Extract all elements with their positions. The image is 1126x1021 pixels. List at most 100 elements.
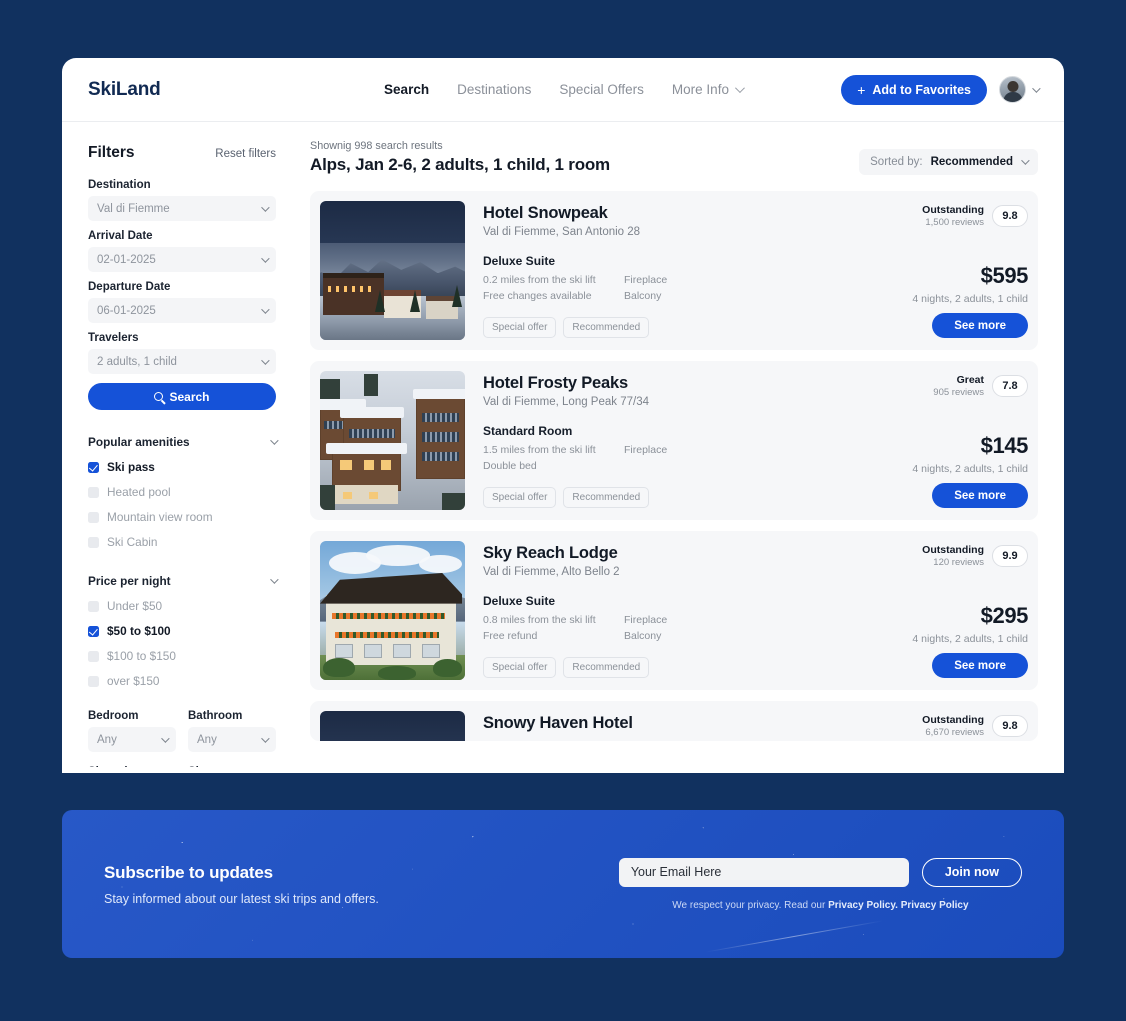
nav-label: Special Offers — [559, 82, 644, 97]
travelers-select[interactable]: 2 adults, 1 child — [88, 349, 276, 374]
checkbox-row-over-150[interactable]: over $150 — [88, 674, 276, 688]
hotel-address: Val di Fiemme, Long Peak 77/34 — [483, 396, 649, 408]
nav-item-more-info[interactable]: More Info — [672, 82, 745, 97]
checkbox-row-100-to-150[interactable]: $100 to $150 — [88, 649, 276, 663]
reset-filters-link[interactable]: Reset filters — [215, 148, 276, 160]
checkbox-row-50-to-100[interactable]: $50 to $100 — [88, 624, 276, 638]
tag-recommended[interactable]: Recommended — [563, 487, 650, 508]
feature: Balcony — [624, 630, 662, 642]
feature: Free changes available — [483, 290, 592, 302]
departure-date-select[interactable]: 06-01-2025 — [88, 298, 276, 323]
add-to-favorites-button[interactable]: + Add to Favorites — [841, 74, 987, 105]
checkbox-row-ski-cabin[interactable]: Ski Cabin — [88, 535, 276, 549]
tag-special-offer[interactable]: Special offer — [483, 487, 557, 508]
chevron-down-icon — [734, 83, 745, 94]
field-label: Destination — [88, 179, 151, 191]
email-input[interactable] — [618, 857, 909, 887]
hotel-thumbnail[interactable] — [320, 371, 465, 510]
select-value: Val di Fiemme — [97, 202, 170, 215]
sort-by-dropdown[interactable]: Sorted by: Recommended — [859, 149, 1038, 175]
rating-word: Outstanding — [922, 714, 984, 726]
feature: 0.8 miles from the ski lift — [483, 614, 596, 626]
privacy-policy-link-1[interactable]: Privacy Policy. — [828, 900, 898, 911]
hotel-thumbnail[interactable] — [320, 541, 465, 680]
nav-item-destinations[interactable]: Destinations — [457, 82, 531, 97]
hotel-card[interactable]: Sky Reach Lodge Val di Fiemme, Alto Bell… — [310, 531, 1038, 690]
price-header[interactable]: Price per night — [88, 574, 279, 588]
destination-select[interactable]: Val di Fiemme — [88, 196, 276, 221]
hotel-card[interactable]: Hotel Frosty Peaks Val di Fiemme, Long P… — [310, 361, 1038, 520]
hotel-name[interactable]: Sky Reach Lodge — [483, 544, 870, 563]
nav-item-special-offers[interactable]: Special Offers — [559, 82, 644, 97]
account-menu[interactable] — [999, 76, 1041, 103]
join-now-button[interactable]: Join now — [921, 857, 1022, 887]
site-header: SkiLand Search Destinations Special Offe… — [62, 58, 1064, 122]
field-size-max: Size max. 3000 Sq. ft — [188, 766, 276, 773]
group-title: Price per night — [88, 574, 171, 588]
tag-recommended[interactable]: Recommended — [563, 317, 650, 338]
see-more-button[interactable]: See more — [932, 653, 1028, 678]
hotel-name[interactable]: Hotel Frosty Peaks — [483, 374, 870, 393]
hotel-thumbnail[interactable] — [320, 201, 465, 340]
tag-special-offer[interactable]: Special offer — [483, 317, 557, 338]
hotel-name[interactable]: Snowy Haven Hotel — [483, 714, 870, 733]
room-type: Deluxe Suite — [483, 594, 556, 608]
shooting-star-icon — [704, 920, 883, 953]
checkbox-row-heated-pool[interactable]: Heated pool — [88, 485, 276, 499]
amenities-header[interactable]: Popular amenities — [88, 435, 279, 449]
field-label: Travelers — [88, 332, 139, 344]
sort-value: Recommended — [930, 156, 1013, 168]
hotel-thumbnail[interactable] — [320, 711, 465, 741]
hotel-rating-price: Outstanding 1,500 reviews 9.8 $595 4 nig… — [888, 201, 1028, 340]
rating-score-badge: 9.8 — [992, 205, 1028, 227]
room-type: Deluxe Suite — [483, 254, 556, 268]
hotel-rating-price: Outstanding 120 reviews 9.9 $295 4 night… — [888, 541, 1028, 680]
hotel-address: Val di Fiemme, San Antonio 28 — [483, 226, 641, 238]
rooms-filters: Bedroom Any Bathroom Any — [88, 710, 276, 752]
rating-word: Outstanding — [922, 204, 984, 216]
select-value: 2 adults, 1 child — [97, 355, 177, 368]
rating-block: Outstanding 1,500 reviews 9.8 — [888, 204, 1028, 228]
field-arrival-date: Arrival Date 02-01-2025 — [88, 230, 276, 272]
arrival-date-select[interactable]: 02-01-2025 — [88, 247, 276, 272]
field-size-min: Size min. 1000 Sq. ft — [88, 766, 176, 773]
rating-text: Outstanding 6,670 reviews — [922, 714, 984, 738]
nav-label: Destinations — [457, 82, 532, 97]
tag-special-offer[interactable]: Special offer — [483, 657, 557, 678]
tag-recommended[interactable]: Recommended — [563, 657, 650, 678]
see-more-button[interactable]: See more — [932, 483, 1028, 508]
hotel-info: Hotel Frosty Peaks Val di Fiemme, Long P… — [483, 371, 870, 510]
checkbox-label: Ski Cabin — [107, 535, 158, 549]
bedroom-select[interactable]: Any — [88, 727, 176, 752]
hotel-card[interactable]: Hotel Snowpeak Val di Fiemme, San Antoni… — [310, 191, 1038, 350]
hotel-info: Hotel Snowpeak Val di Fiemme, San Antoni… — [483, 201, 870, 340]
nav-item-search[interactable]: Search — [384, 82, 429, 97]
site-logo[interactable]: SkiLand — [88, 79, 161, 101]
price-block: $145 4 nights, 2 adults, 1 child See mor… — [912, 433, 1028, 508]
checkbox-checked-icon — [88, 625, 99, 637]
hotel-card[interactable]: Snowy Haven Hotel Outstanding 6,670 revi… — [310, 701, 1038, 741]
hotel-features: 0.8 miles from the ski lift Fireplace Fr… — [483, 614, 870, 642]
privacy-policy-link-2[interactable]: Privacy Policy — [901, 900, 969, 911]
see-more-button[interactable]: See more — [932, 313, 1028, 338]
select-value: 06-01-2025 — [97, 304, 156, 317]
rating-count: 120 reviews — [933, 557, 984, 568]
checkbox-row-under-50[interactable]: Under $50 — [88, 599, 276, 613]
rating-block: Outstanding 120 reviews 9.9 — [888, 544, 1028, 568]
sort-label: Sorted by: — [870, 156, 923, 168]
field-departure-date: Departure Date 06-01-2025 — [88, 281, 276, 323]
checkbox-row-ski-pass[interactable]: Ski pass — [88, 460, 276, 474]
feature: Fireplace — [624, 274, 668, 286]
size-filters: Size min. 1000 Sq. ft Size max. 3000 Sq.… — [88, 766, 276, 773]
checkbox-label: Heated pool — [107, 485, 171, 499]
checkbox-label: Under $50 — [107, 599, 163, 613]
results-count: Shownig 998 search results — [310, 140, 443, 152]
search-query-title: Alps, Jan 2-6, 2 adults, 1 child, 1 room — [310, 155, 610, 174]
search-button[interactable]: Search — [88, 383, 276, 410]
hotel-name[interactable]: Hotel Snowpeak — [483, 204, 870, 223]
hotel-tags: Special offer Recommended — [483, 657, 650, 678]
plus-icon: + — [857, 81, 866, 98]
checkbox-row-mountain-view-room[interactable]: Mountain view room — [88, 510, 276, 524]
price: $595 — [980, 263, 1029, 288]
bathroom-select[interactable]: Any — [188, 727, 276, 752]
